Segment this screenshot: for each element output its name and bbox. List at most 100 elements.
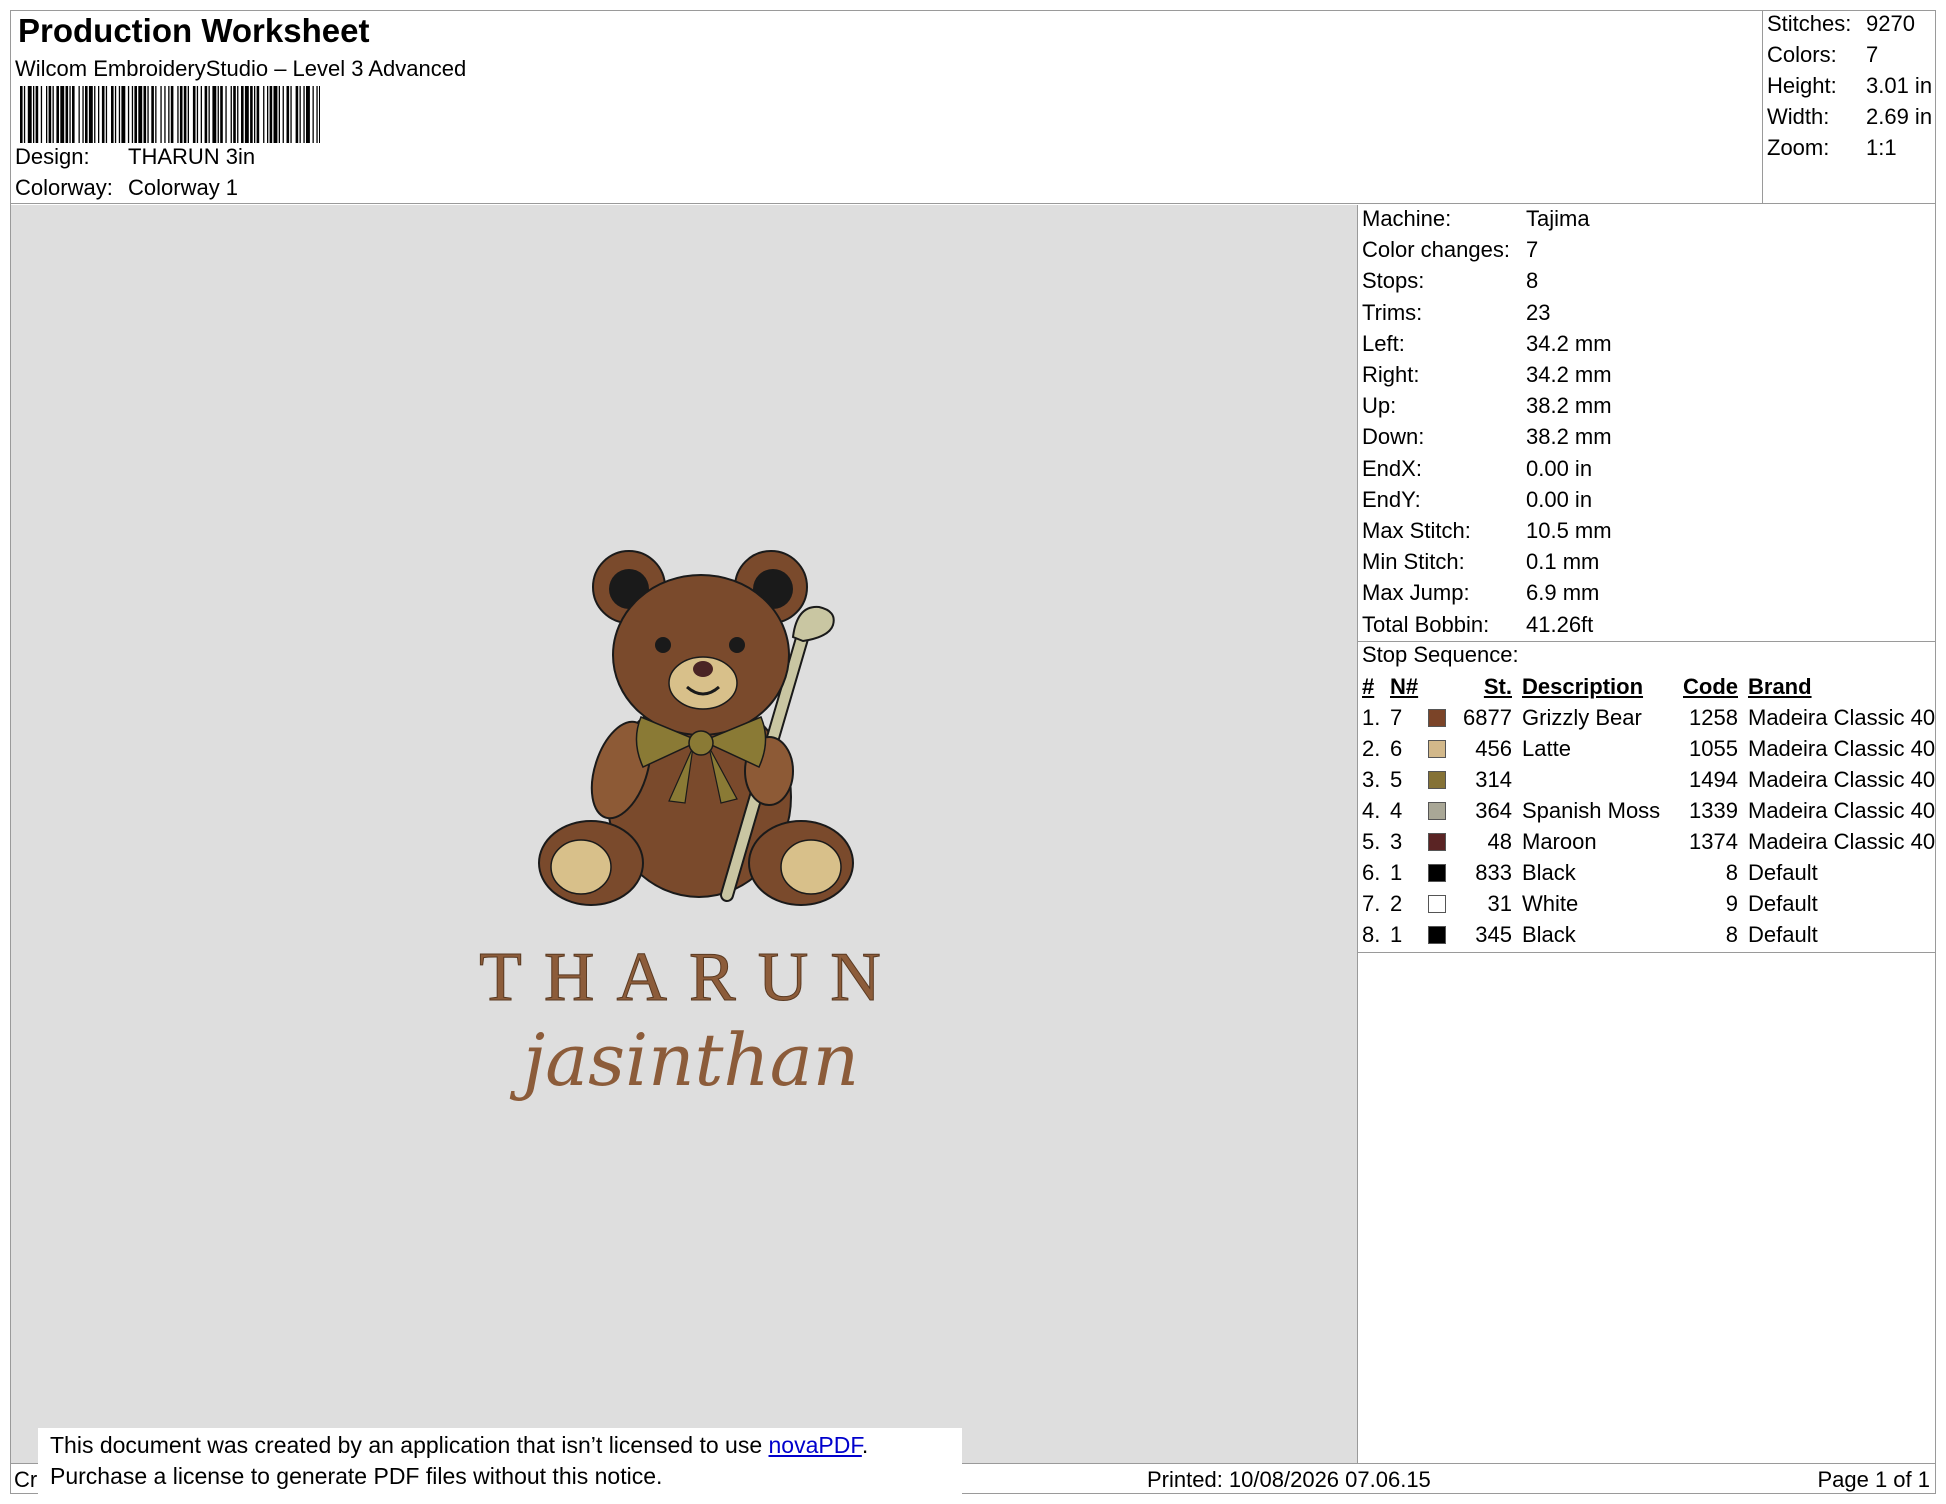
left-eye [655,637,671,653]
info-label: Max Stitch: [1362,518,1471,543]
summary-stats: Stitches: 9270 Colors: 7 Height: 3.01 in Wi… [1762,10,1936,204]
row-description: Latte [1522,735,1571,761]
notice-line-1: This document was created by an applicat… [50,1430,950,1461]
row-swatch [1428,826,1452,857]
color-swatch [1428,708,1446,727]
row-index: 3. [1362,766,1381,792]
color-swatch [1428,894,1446,913]
color-swatch [1428,925,1446,944]
row-swatch [1428,764,1452,795]
row-brand: Madeira Classic 40 [1748,766,1936,792]
row-swatch [1428,795,1452,826]
row-description: Black [1522,859,1576,885]
row-description: Black [1522,921,1576,947]
stat-value: 2.69 in [1866,104,1933,129]
stat-label: Height: [1767,73,1837,98]
stat-stitches: Stitches: 9270 [1767,11,1915,37]
color-swatch [1428,770,1446,789]
info-label: Max Jump: [1362,580,1470,606]
row-code: 1055 [1689,735,1738,761]
row-stitches: 31 [1487,890,1512,916]
design-value: THARUN 3in [128,144,256,169]
info-value: 34.2 mm [1526,362,1612,387]
machine-info-row: Machine: Tajima [1362,206,1590,232]
right-paw [780,839,842,895]
row-stitches: 833 [1475,859,1512,885]
row-description: Spanish Moss [1522,797,1661,823]
design-preview: THARUN jasinthan [11,205,1358,1463]
page-title: Production Worksheet [18,12,370,49]
stat-label: Zoom: [1767,135,1830,160]
row-code: 1374 [1689,828,1738,854]
bear-head [612,574,790,736]
info-value: Tajima [1526,206,1590,231]
barcode [20,86,320,143]
info-label: Machine: [1362,206,1452,231]
machine-info-row: Stops: 8 [1362,268,1538,294]
table-row: 4. 4 364 Spanish Moss 1339 Madeira Classic 40 [1358,795,1936,826]
colorway-label: Colorway: [15,175,113,200]
col-needle: N# [1390,673,1419,699]
row-brand: Madeira Classic 40 [1748,735,1936,761]
design-text-name: THARUN [479,939,903,1016]
table-row: 2. 6 456 Latte 1055 Madeira Classic 40 [1358,733,1936,764]
machine-info-row: Total Bobbin: 41.26ft [1362,612,1593,638]
row-needle: 1 [1390,859,1403,885]
notice-text: This document was created by an applicat… [50,1432,769,1458]
info-value: 7 [1526,237,1539,263]
col-swatch [1428,671,1452,702]
row-brand: Madeira Classic 40 [1748,797,1936,823]
row-code: 8 [1725,921,1738,947]
machine-info-row: EndY: 0.00 in [1362,487,1592,513]
row-stitches: 456 [1475,735,1512,761]
bow-knot [688,730,714,756]
color-swatch [1428,739,1446,758]
stat-width: Width: 2.69 in [1767,104,1932,130]
divider [1358,952,1936,953]
info-label: Up: [1362,393,1397,419]
design-text-surname: jasinthan [509,1018,859,1102]
machine-info-row: Up: 38.2 mm [1362,393,1612,419]
row-description: White [1522,890,1579,916]
row-index: 1. [1362,704,1381,730]
info-value: 8 [1526,268,1539,294]
row-brand: Default [1748,921,1818,947]
stat-value: 9270 [1866,11,1915,36]
row-description: Grizzly Bear [1522,704,1642,730]
info-value: 41.26ft [1526,611,1594,637]
row-description [1522,764,1678,795]
col-code: Code [1683,673,1738,699]
stat-value: 3.01 in [1866,73,1933,98]
row-needle: 1 [1390,921,1403,947]
info-label: EndX: [1362,455,1422,481]
row-code: 1494 [1689,766,1738,792]
row-code: 8 [1725,859,1738,885]
machine-info-row: Max Stitch: 10.5 mm [1362,518,1612,544]
row-swatch [1428,888,1452,919]
row-code: 9 [1725,890,1738,916]
row-brand: Default [1748,859,1818,885]
info-label: Down: [1362,424,1425,450]
info-value: 34.2 mm [1526,330,1612,356]
row-needle: 6 [1390,735,1403,761]
teddy-bear-graphic [538,550,854,906]
row-brand: Madeira Classic 40 [1748,828,1936,854]
info-label: Trims: [1362,299,1423,325]
design-label: Design: [15,144,90,169]
info-label: Total Bobbin: [1362,611,1490,637]
stat-value: 7 [1866,42,1879,67]
row-swatch [1428,919,1452,950]
row-stitches: 314 [1475,766,1512,792]
info-value: 38.2 mm [1526,424,1612,450]
colorway-row: Colorway: Colorway 1 [15,175,238,201]
page-number: Page 1 of 1 [1817,1467,1930,1492]
machine-info-panel: Machine: Tajima Color changes: 7 Stops: 8 Trim… [1358,205,1936,1463]
row-brand: Madeira Classic 40 [1748,704,1936,730]
novapdf-link[interactable]: novaPDF [769,1432,862,1458]
license-notice: This document was created by an applicat… [38,1428,962,1494]
row-needle: 5 [1390,766,1403,792]
machine-info-row: Down: 38.2 mm [1362,424,1612,450]
table-row: 7. 2 31 White 9 Default [1358,888,1936,919]
bear-nose [693,661,713,677]
table-row: 3. 5 314 1494 Madeira Classic 40 [1358,764,1936,795]
